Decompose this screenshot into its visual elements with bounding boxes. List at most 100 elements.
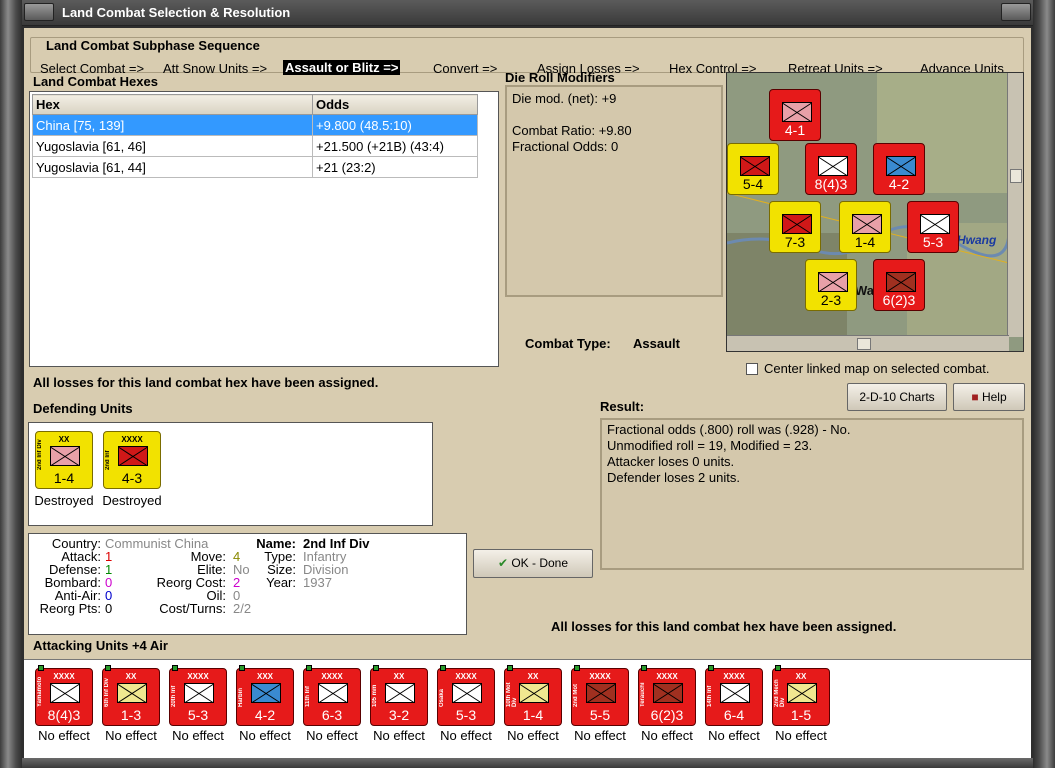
map-counter[interactable]: 4-2 <box>873 143 925 195</box>
help-button[interactable]: ■ Help <box>953 383 1025 411</box>
attacking-unit-status: No effect <box>306 728 358 743</box>
unit-strength: 6-3 <box>321 707 343 723</box>
attacking-unit[interactable]: XXXX Osaka 5-3 <box>437 665 495 726</box>
center-map-checkbox[interactable] <box>746 363 758 375</box>
hex-table: Hex Odds China [75, 139] +9.800 (48.5:10… <box>32 94 478 178</box>
defending-unit[interactable]: XX 2nd Inf Div 1-4 <box>35 431 93 489</box>
attacking-unit-status: No effect <box>574 728 626 743</box>
hex-cell: Yugoslavia [61, 46] <box>32 135 313 157</box>
dialog-content: Land Combat Subphase Sequence Select Com… <box>24 28 1031 758</box>
unit-size: XX <box>125 672 137 681</box>
hex-table-header: Hex Odds <box>32 94 478 115</box>
counter-strength: 5-3 <box>922 234 944 250</box>
window-title: Land Combat Selection & Resolution <box>62 5 291 20</box>
hex-cell: China [75, 139] <box>32 114 313 136</box>
losses-assigned-message-2: All losses for this land combat hex have… <box>551 619 897 634</box>
attacking-unit[interactable]: XXX Harbin 4-2 <box>236 665 294 726</box>
subphase-att-snow-units[interactable]: Att Snow Units => <box>163 61 267 76</box>
charts-button[interactable]: 2-D-10 Charts <box>847 383 947 411</box>
map-hscroll-thumb[interactable] <box>857 338 871 350</box>
subphase-convert[interactable]: Convert => <box>433 61 497 76</box>
map-counter[interactable]: 6(2)3 <box>873 259 925 311</box>
attacking-unit[interactable]: XXXX 20th Inf 5-3 <box>169 665 227 726</box>
dieroll-label: Die Roll Modifiers <box>505 70 615 85</box>
unit-strength: 8(4)3 <box>47 707 81 723</box>
defending-unit[interactable]: XXXX 2nd Inf 4-3 <box>103 431 161 489</box>
map-counter[interactable]: 5-3 <box>907 201 959 253</box>
map-counter[interactable]: 2-3 <box>805 259 857 311</box>
map-vertical-scrollbar[interactable] <box>1007 73 1023 337</box>
unit-size: XXX <box>256 672 273 681</box>
counter-strength: 1-4 <box>854 234 876 250</box>
table-row[interactable]: Yugoslavia [61, 46] +21.500 (+21B) (43:4… <box>32 135 478 157</box>
counter-strength: 4-2 <box>888 176 910 192</box>
status-dot-icon <box>440 665 446 671</box>
map-counter[interactable]: 7-3 <box>769 201 821 253</box>
unit-name: Terauchi <box>640 682 646 707</box>
map-counter[interactable]: 8(4)3 <box>805 143 857 195</box>
unit-name: 14th Inf <box>707 685 713 707</box>
attacking-unit[interactable]: XX 105 mm 3-2 <box>370 665 428 726</box>
attacking-unit[interactable]: XXXX 2nd Mot 5-5 <box>571 665 629 726</box>
attacking-unit-status: No effect <box>38 728 90 743</box>
close-button[interactable] <box>1001 3 1031 21</box>
fractional-odds: Fractional Odds: 0 <box>512 139 619 154</box>
attacking-unit[interactable]: XX 10th Mot Div 1-4 <box>504 665 562 726</box>
window-frame: Land Combat Selection & Resolution Land … <box>0 0 1055 768</box>
attacking-unit[interactable]: XX 6th Inf Div 1-3 <box>102 665 160 726</box>
title-bar: Land Combat Selection & Resolution <box>22 0 1033 26</box>
book-icon: ■ <box>971 390 979 404</box>
unit-strength: 6-4 <box>723 707 745 723</box>
unit-strength: 5-3 <box>187 707 209 723</box>
ok-done-label: OK - Done <box>511 556 569 570</box>
unit-strength: 5-3 <box>455 707 477 723</box>
attacking-unit[interactable]: XXXX 14th Inf 6-4 <box>705 665 763 726</box>
unit-strength: 1-3 <box>120 707 142 723</box>
system-menu-button[interactable] <box>24 3 54 21</box>
attacking-unit[interactable]: XXXX 11th Inf 6-3 <box>303 665 361 726</box>
cost-turns-value: 2/2 <box>233 601 252 616</box>
map-vscroll-thumb[interactable] <box>1010 169 1022 183</box>
map-counter[interactable]: 1-4 <box>839 201 891 253</box>
status-bar <box>22 758 1033 768</box>
subphase-assault-or-blitz[interactable]: Assault or Blitz => <box>283 60 401 75</box>
attacking-unit[interactable]: XX 2nd Mech Div 1-5 <box>772 665 830 726</box>
map-counter[interactable]: 5-4 <box>727 143 779 195</box>
status-dot-icon <box>775 665 781 671</box>
unit-strength: 3-2 <box>388 707 410 723</box>
column-hex[interactable]: Hex <box>32 94 313 115</box>
odds-cell: +21.500 (+21B) (43:4) <box>312 135 478 157</box>
unit-strength: 4-2 <box>254 707 276 723</box>
result-line: Defender loses 2 units. <box>607 470 740 485</box>
unit-size: XXXX <box>455 672 477 681</box>
counter-strength: 7-3 <box>784 234 806 250</box>
unit-size: XXXX <box>187 672 209 681</box>
defending-units-panel: XX 2nd Inf Div 1-4 Destroyed XXXX 2nd In… <box>28 422 433 526</box>
attacking-unit[interactable]: XXXX Yamamoto 8(4)3 <box>35 665 93 726</box>
ok-done-button[interactable]: ✔ OK - Done <box>473 549 593 578</box>
hexes-label: Land Combat Hexes <box>33 74 158 89</box>
attacking-units-panel: XXXX Yamamoto 8(4)3 No effect XX 6th Inf Div 1… <box>24 659 1031 758</box>
table-row[interactable]: China [75, 139] +9.800 (48.5:10) <box>32 114 478 136</box>
unit-strength: 4-3 <box>121 470 143 486</box>
cost-turns-label: Cost/Turns: <box>159 601 226 616</box>
unit-size: XXXX <box>53 672 75 681</box>
counter-strength: 8(4)3 <box>814 176 848 192</box>
linked-map[interactable]: Hwang Wa 4-1 5-4 8(4)3 4-2 7-3 1-4 5-3 2… <box>726 72 1024 352</box>
combat-ratio: Combat Ratio: +9.80 <box>512 123 632 138</box>
subphase-sequence: Land Combat Subphase Sequence Select Com… <box>30 37 1024 76</box>
dieroll-net: Die mod. (net): +9 <box>512 91 617 106</box>
map-counter[interactable]: 4-1 <box>769 89 821 141</box>
attacking-unit[interactable]: XXXX Terauchi 6(2)3 <box>638 665 696 726</box>
table-row[interactable]: Yugoslavia [61, 44] +21 (23:2) <box>32 156 478 178</box>
counter-strength: 4-1 <box>784 122 806 138</box>
counter-strength: 2-3 <box>820 292 842 308</box>
map-horizontal-scrollbar[interactable] <box>727 335 1009 351</box>
unit-strength: 6(2)3 <box>650 707 684 723</box>
combat-type-value: Assault <box>633 336 680 351</box>
hex-list[interactable]: Hex Odds China [75, 139] +9.800 (48.5:10… <box>29 91 499 367</box>
column-odds[interactable]: Odds <box>312 94 478 115</box>
reorg-pts-value: 0 <box>105 601 113 616</box>
attacking-unit-status: No effect <box>708 728 760 743</box>
combat-type-label: Combat Type: <box>525 336 611 351</box>
